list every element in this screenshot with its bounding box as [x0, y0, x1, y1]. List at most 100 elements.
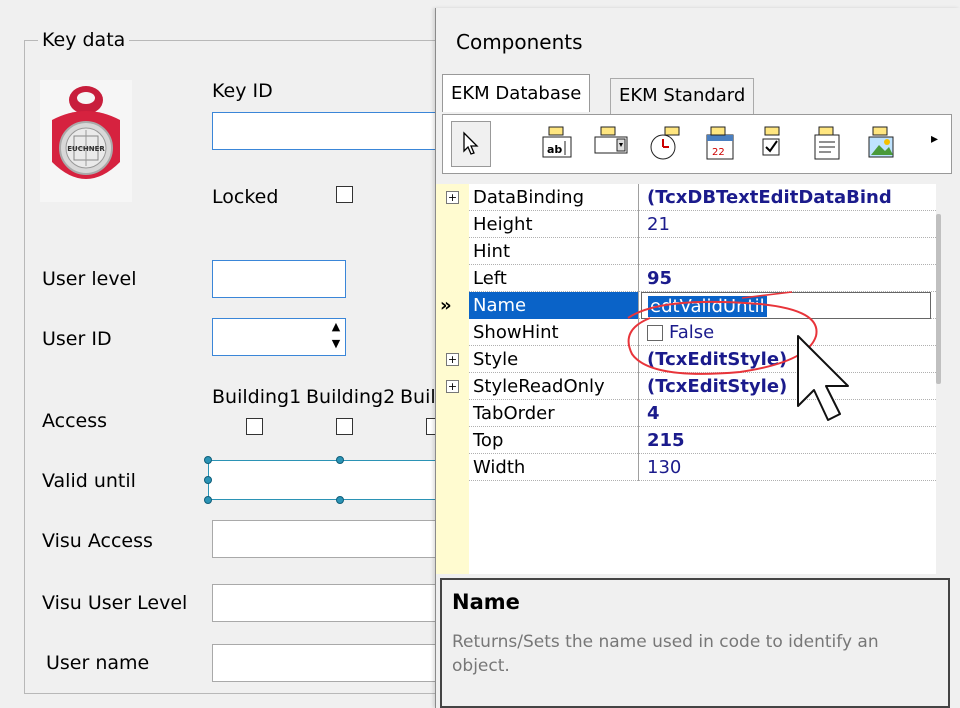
property-name[interactable]: Height	[469, 211, 639, 238]
property-row[interactable]: Height 21	[469, 211, 936, 238]
user-name-label: User name	[46, 652, 150, 674]
property-value-text: 130	[647, 457, 682, 478]
property-value-text: 4	[647, 403, 660, 424]
visu-user-level-input[interactable]	[212, 584, 452, 622]
expand-icon[interactable]: +	[446, 191, 459, 204]
property-value-text: (TcxEditStyle)	[647, 376, 788, 397]
db-date-edit-icon[interactable]: 22	[701, 125, 737, 161]
property-value-text: False	[669, 322, 715, 343]
key-id-label: Key ID	[212, 80, 273, 102]
group-title: Key data	[38, 29, 130, 51]
resize-handle[interactable]	[204, 496, 212, 504]
property-name[interactable]: TabOrder	[469, 400, 639, 427]
property-value-text: 21	[647, 214, 670, 235]
visu-access-label: Visu Access	[42, 530, 153, 552]
property-value-text: 95	[647, 268, 673, 289]
svg-text:ab: ab	[547, 143, 562, 156]
property-value[interactable]: 21	[641, 211, 931, 238]
property-value[interactable]: (TcxEditStyle)	[641, 346, 931, 373]
access-building2-checkbox[interactable]	[336, 418, 353, 435]
user-level-input[interactable]	[212, 260, 346, 298]
property-value[interactable]: (TcxDBTextEditDataBind	[641, 184, 931, 211]
locked-checkbox[interactable]	[336, 186, 353, 203]
db-combo-icon[interactable]	[593, 125, 629, 161]
property-description: Name Returns/Sets the name used in code …	[440, 578, 950, 708]
property-grid: + DataBinding (TcxDBTextEditDataBind Height…	[436, 184, 941, 574]
resize-handle[interactable]	[336, 496, 344, 504]
property-value-text: 215	[647, 430, 685, 451]
property-value[interactable]: 95	[641, 265, 931, 292]
property-name[interactable]: Left	[469, 265, 639, 292]
property-name[interactable]: Name	[469, 292, 639, 319]
resize-handle[interactable]	[336, 456, 344, 464]
property-name[interactable]: Top	[469, 427, 639, 454]
visu-user-level-label: Visu User Level	[42, 592, 188, 614]
tab-ekm-standard[interactable]: EKM Standard	[610, 78, 755, 114]
access-label: Access	[42, 410, 108, 432]
property-row[interactable]: Top 215	[469, 427, 936, 454]
components-title: Components	[456, 30, 583, 54]
valid-until-label: Valid until	[42, 470, 136, 492]
property-value[interactable]: 130	[641, 454, 931, 481]
component-toolbar: ab 22 ▸	[442, 114, 952, 174]
property-row[interactable]: Hint	[469, 238, 936, 265]
db-checkbox-icon[interactable]	[755, 125, 791, 161]
property-row[interactable]: + DataBinding (TcxDBTextEditDataBind	[446, 184, 936, 211]
user-level-label: User level	[42, 268, 137, 290]
property-row[interactable]: + Style (TcxEditStyle)	[446, 346, 936, 373]
expand-icon[interactable]: +	[446, 353, 459, 366]
property-name[interactable]: StyleReadOnly	[469, 373, 639, 400]
resize-handle[interactable]	[204, 476, 212, 484]
user-id-spinner[interactable]: ▲ ▼	[327, 318, 345, 356]
svg-text:22: 22	[712, 147, 725, 158]
more-arrow-icon[interactable]: ▸	[931, 131, 938, 147]
user-id-input[interactable]	[212, 318, 346, 356]
property-name[interactable]: Width	[469, 454, 639, 481]
property-row[interactable]: ShowHint False	[469, 319, 936, 346]
user-name-input[interactable]	[212, 644, 452, 682]
property-row[interactable]: Left 95	[469, 265, 936, 292]
description-text: Returns/Sets the name used in code to id…	[452, 632, 879, 676]
key-id-input[interactable]	[212, 112, 452, 150]
tab-ekm-database[interactable]: EKM Database	[442, 74, 591, 112]
pointer-icon[interactable]	[451, 121, 491, 167]
property-value[interactable]: False	[641, 319, 931, 346]
db-time-edit-icon[interactable]	[647, 125, 683, 161]
locked-label: Locked	[212, 186, 279, 208]
property-row[interactable]: » Name edtValidUntil	[440, 292, 936, 319]
property-value[interactable]: 215	[641, 427, 931, 454]
property-row[interactable]: Width 130	[469, 454, 936, 481]
property-value[interactable]	[641, 238, 931, 265]
property-value-text: (TcxEditStyle)	[647, 349, 788, 370]
property-value-text: edtValidUntil	[648, 296, 767, 317]
property-value[interactable]: edtValidUntil	[641, 292, 931, 319]
showhint-checkbox[interactable]	[647, 325, 663, 341]
building2-label: Building2	[306, 386, 396, 408]
visu-access-input[interactable]	[212, 520, 452, 558]
db-text-edit-icon[interactable]: ab	[539, 125, 575, 161]
property-value[interactable]: (TcxEditStyle)	[641, 373, 931, 400]
property-gutter	[436, 184, 469, 574]
property-row[interactable]: TabOrder 4	[469, 400, 936, 427]
property-name[interactable]: ShowHint	[469, 319, 639, 346]
property-name[interactable]: DataBinding	[469, 184, 639, 211]
property-row[interactable]: + StyleReadOnly (TcxEditStyle)	[446, 373, 936, 400]
user-id-label: User ID	[42, 328, 112, 350]
property-name[interactable]: Style	[469, 346, 639, 373]
components-panel: Components EKM Database EKM Standard ab …	[435, 8, 960, 708]
property-value[interactable]: 4	[641, 400, 931, 427]
db-image-icon[interactable]	[863, 125, 899, 161]
access-building1-checkbox[interactable]	[246, 418, 263, 435]
property-name[interactable]: Hint	[469, 238, 639, 265]
key-fob-image: EUCHNER	[40, 80, 132, 202]
valid-until-input[interactable]	[208, 460, 448, 500]
property-scrollbar[interactable]	[936, 214, 941, 384]
building1-label: Building1	[212, 386, 302, 408]
property-value-text: (TcxDBTextEditDataBind	[647, 187, 892, 208]
description-title: Name	[452, 590, 520, 614]
resize-handle[interactable]	[204, 456, 212, 464]
key-logo-text: EUCHNER	[67, 145, 105, 153]
selected-marker-icon: »	[440, 295, 452, 316]
expand-icon[interactable]: +	[446, 380, 459, 393]
db-memo-icon[interactable]	[809, 125, 845, 161]
